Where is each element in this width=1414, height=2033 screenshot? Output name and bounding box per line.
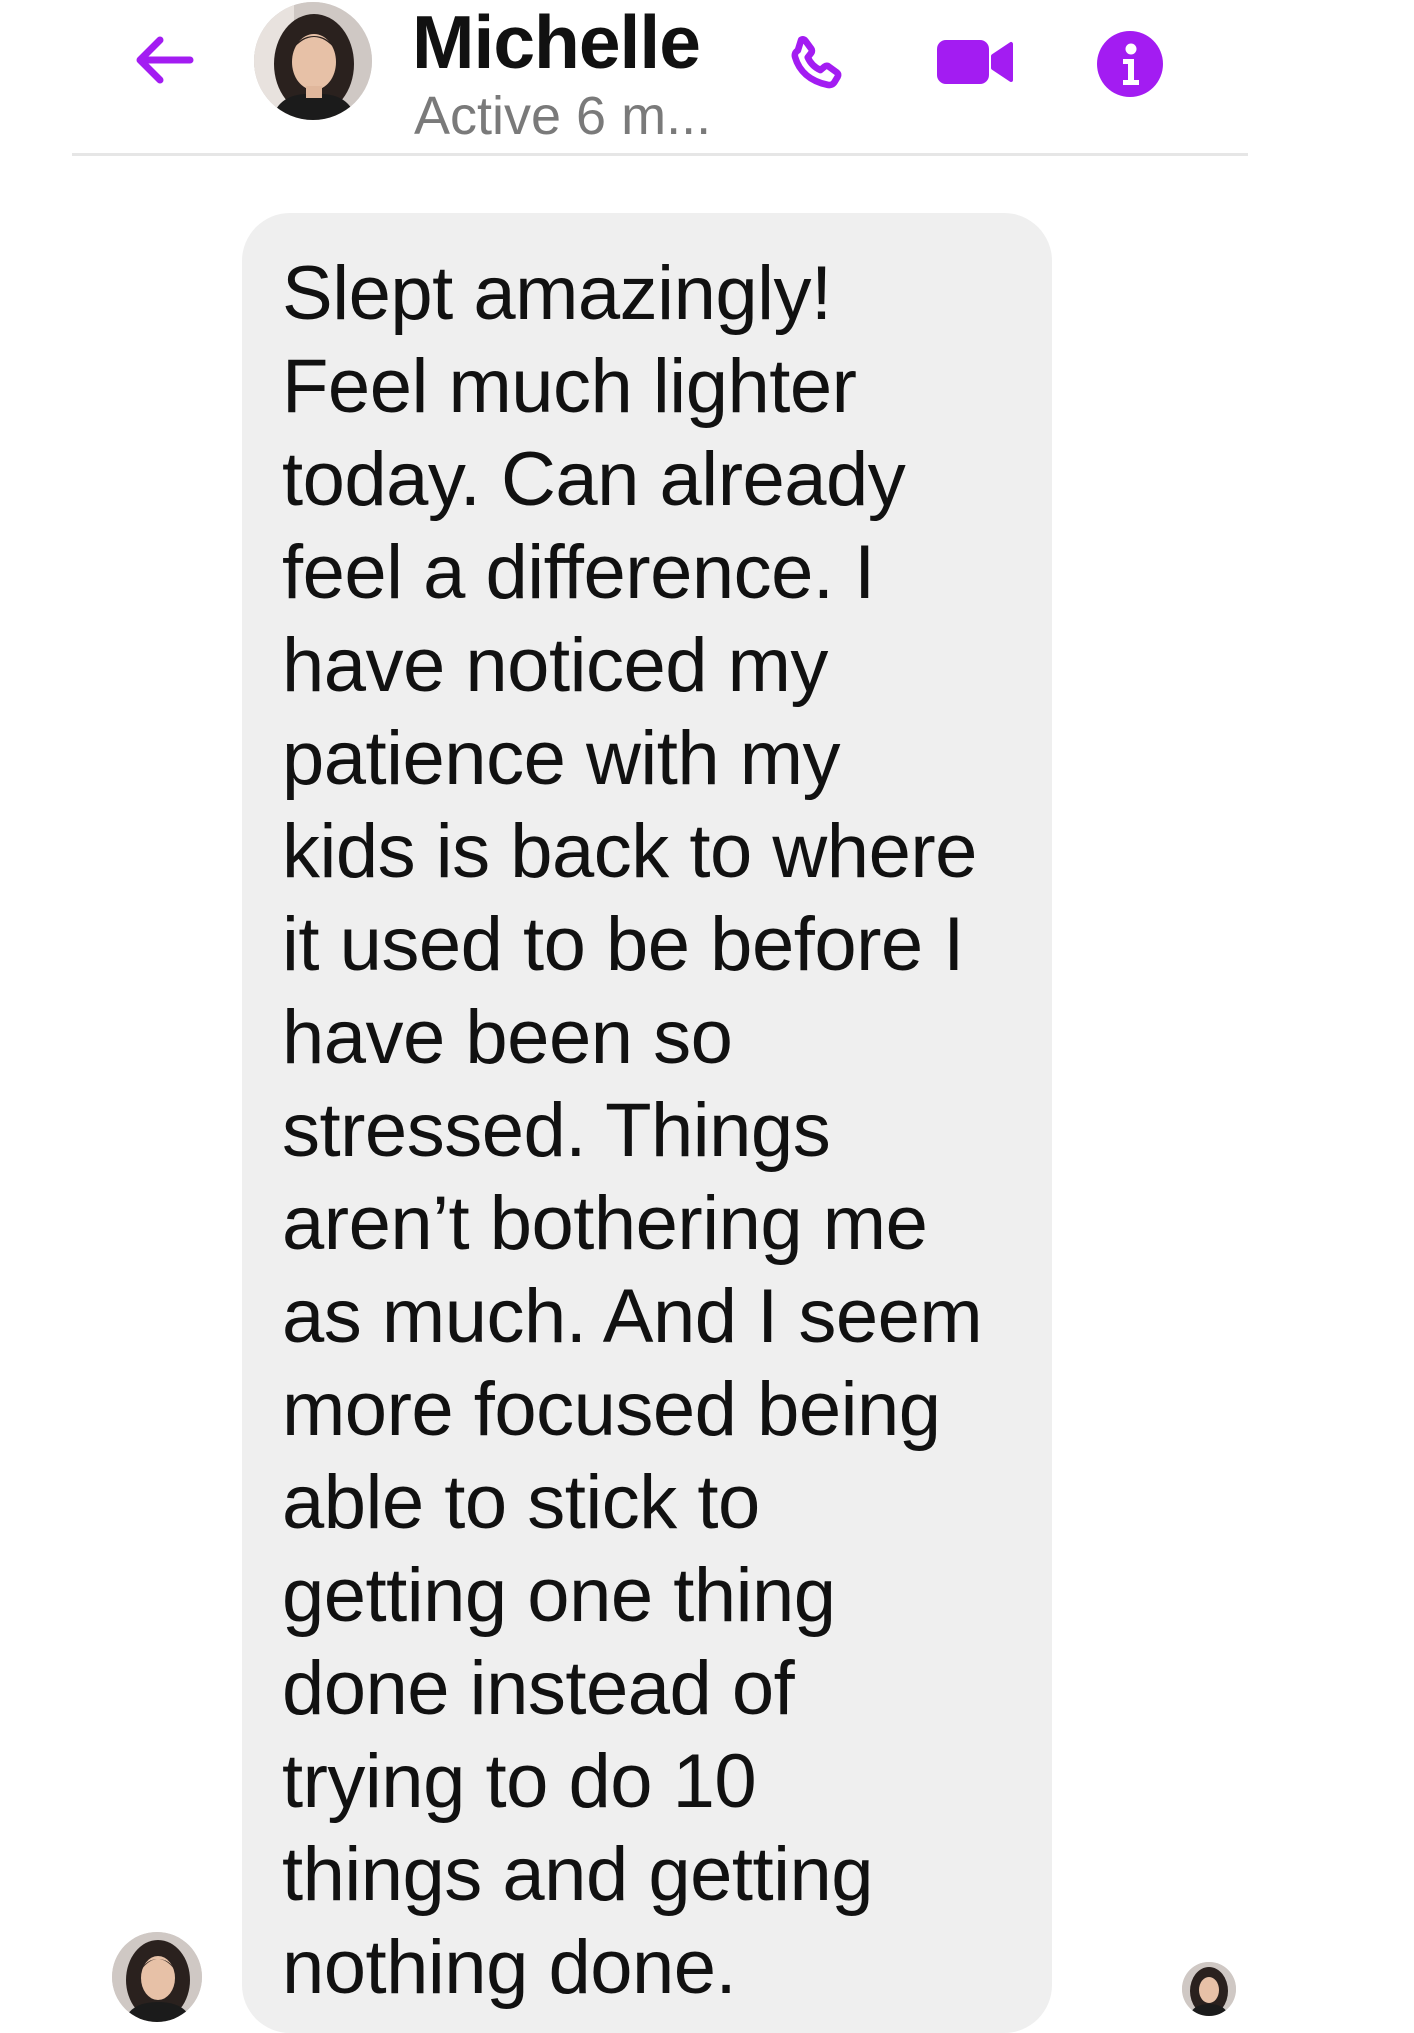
video-camera-icon [937, 40, 1013, 84]
profile-photo [112, 1932, 202, 2022]
info-button[interactable] [1094, 28, 1166, 100]
contact-name: Michelle [412, 0, 701, 84]
back-button[interactable] [124, 28, 204, 92]
sender-avatar[interactable] [112, 1932, 202, 2022]
call-button[interactable] [778, 26, 854, 102]
profile-photo [254, 2, 372, 120]
message-text: Slept amazingly! Feel much lighter today… [282, 251, 983, 2010]
video-call-button[interactable] [932, 30, 1018, 94]
active-status: Active 6 m... [414, 86, 712, 146]
conversation-header: Michelle Active 6 m... [0, 0, 1414, 156]
read-receipt-avatar [1182, 1962, 1236, 2016]
contact-title-block[interactable]: Michelle Active 6 m... [412, 0, 752, 150]
arrow-left-icon [136, 36, 194, 84]
header-divider [72, 153, 1248, 156]
message-bubble[interactable]: Slept amazingly! Feel much lighter today… [242, 213, 1052, 2033]
phone-icon [791, 36, 842, 89]
profile-photo [1182, 1962, 1236, 2016]
info-icon [1097, 31, 1163, 97]
contact-avatar[interactable] [254, 2, 372, 120]
